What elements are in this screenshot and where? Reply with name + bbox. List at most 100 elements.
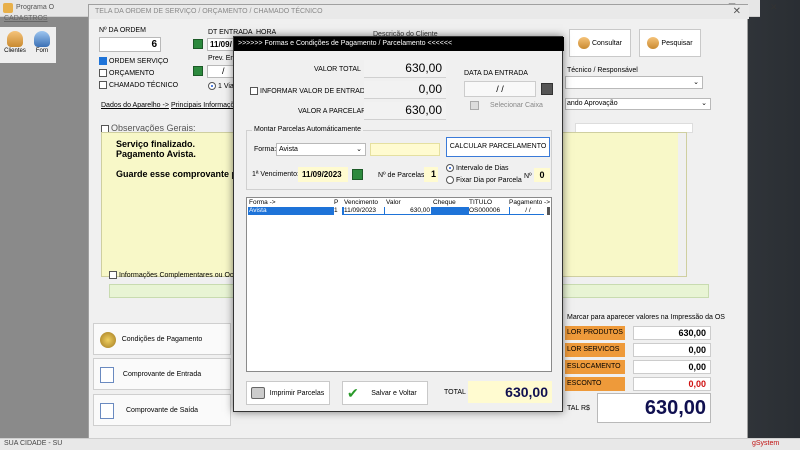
cell-valor: 630,00 bbox=[385, 207, 431, 214]
informar-entrada-checkbox[interactable]: INFORMAR VALOR DE ENTRADA bbox=[250, 87, 370, 95]
order-number-field[interactable]: 6 bbox=[99, 37, 161, 52]
technician-label: Técnico / Responsável bbox=[567, 67, 638, 74]
calendar-icon[interactable] bbox=[541, 83, 553, 95]
selecionar-caixa-button[interactable]: Selecionar Caixa bbox=[464, 99, 552, 113]
total-label-deslocamento: ESLOCAMENTO bbox=[565, 360, 625, 374]
entry-date-field[interactable]: 11/09/ bbox=[207, 38, 235, 51]
calendar-icon[interactable] bbox=[352, 169, 363, 180]
calendar-icon[interactable] bbox=[193, 39, 203, 49]
status-select[interactable]: ando Aprovação ⌄ bbox=[565, 98, 711, 110]
forma-label: Forma: bbox=[254, 146, 277, 153]
total-label-servicos: LOR SERVICOS bbox=[565, 343, 625, 357]
os-window-title: TELA DA ORDEM DE SERVIÇO / ORÇAMENTO / C… bbox=[95, 8, 323, 15]
cash-register-icon bbox=[470, 101, 479, 110]
close-button[interactable]: ✕ bbox=[770, 2, 778, 13]
col-forma: Forma -> bbox=[249, 199, 276, 206]
col-p: P bbox=[334, 199, 339, 206]
total-value-servicos[interactable]: 0,00 bbox=[633, 343, 711, 357]
info-complementares-label: Informações Complementares ou Ocorrê bbox=[119, 271, 246, 279]
installments-table[interactable]: Forma -> P Vencimento Valor Cheque TITUL… bbox=[246, 197, 552, 372]
informar-entrada-label: INFORMAR VALOR DE ENTRADA bbox=[260, 87, 370, 95]
imprimir-parcelas-label: Imprimir Parcelas bbox=[269, 390, 325, 397]
observations-text: Serviço finalizado. Pagamento Avista. Gu… bbox=[116, 139, 241, 179]
exit-receipt-button[interactable]: Comprovante de Saída bbox=[93, 394, 231, 426]
intervalo-dias-radio[interactable]: Intervalo de Dias bbox=[446, 164, 509, 172]
cell-vencimento: 11/09/2023 bbox=[344, 207, 384, 214]
entry-receipt-button[interactable]: Comprovante de Entrada bbox=[93, 358, 231, 390]
toolbar-suppliers-label: Forn bbox=[35, 48, 49, 54]
type-option-os[interactable]: ORDEM SERVIÇO bbox=[99, 57, 168, 65]
toolbar-suppliers-button[interactable]: Forn bbox=[30, 29, 54, 61]
pesquisar-button[interactable]: Pesquisar bbox=[639, 29, 701, 57]
salvar-voltar-label: Salvar e Voltar bbox=[371, 390, 417, 397]
obs-line: Pagamento Avista. bbox=[116, 149, 196, 159]
fixar-dia-radio[interactable]: Fixar Dia por Parcela bbox=[446, 176, 522, 184]
checkbox-icon bbox=[99, 81, 107, 89]
hour-label: HORA bbox=[256, 29, 277, 36]
modal-total-value: 630,00 bbox=[468, 381, 552, 403]
n-field[interactable]: 0 bbox=[534, 168, 550, 182]
type-option-orcamento-label: ORÇAMENTO bbox=[109, 69, 155, 77]
printer-icon bbox=[251, 387, 265, 399]
checkbox-checked-icon bbox=[99, 57, 107, 65]
coins-icon bbox=[100, 332, 116, 348]
status-brand: gSystem bbox=[752, 440, 780, 447]
main-toolbar: Clientes Forn bbox=[0, 27, 56, 63]
checkbox-icon bbox=[99, 69, 107, 77]
payment-conditions-button[interactable]: Condições de Pagamento bbox=[93, 323, 231, 355]
type-option-os-label: ORDEM SERVIÇO bbox=[109, 57, 169, 65]
total-label-produtos: LOR PRODUTOS bbox=[565, 326, 625, 340]
cell-p: 1 bbox=[334, 207, 342, 215]
document-icon bbox=[100, 367, 114, 383]
tab-dados-aparelho[interactable]: Dados do Aparelho -> bbox=[101, 102, 169, 109]
status-city: SUA CIDADE - SU bbox=[4, 440, 63, 447]
table-scroll-handle[interactable] bbox=[547, 207, 550, 215]
suppliers-icon bbox=[34, 31, 50, 47]
total-value-produtos[interactable]: 630,00 bbox=[633, 326, 711, 340]
consultar-label: Consultar bbox=[591, 40, 622, 47]
nparcelas-label: Nº de Parcelas bbox=[378, 172, 425, 179]
payment-conditions-label: Condições de Pagamento bbox=[121, 336, 203, 343]
menu-cadastros[interactable]: CADASTROS bbox=[4, 15, 48, 22]
status-bar: SUA CIDADE - SU gSystem bbox=[0, 438, 800, 450]
montar-parcelas-label: Montar Parcelas Automáticamente bbox=[252, 126, 363, 133]
type-option-orcamento[interactable]: ORÇAMENTO bbox=[99, 69, 154, 77]
technician-select[interactable]: ⌄ bbox=[565, 76, 703, 89]
valor-total-label: VALOR TOTAL bbox=[314, 66, 361, 73]
salvar-voltar-button[interactable]: ✔ Salvar e Voltar bbox=[342, 381, 428, 405]
obs-line bbox=[116, 159, 241, 169]
via-option[interactable]: 1 Via bbox=[208, 82, 234, 90]
table-row[interactable]: Avista 1 11/09/2023 630,00 OS000006 / / bbox=[248, 207, 546, 215]
consultar-button[interactable]: Consultar bbox=[569, 29, 631, 57]
calcular-parcelamento-button[interactable]: CALCULAR PARCELAMENTO bbox=[446, 137, 550, 157]
os-window-titlebar: TELA DA ORDEM DE SERVIÇO / ORÇAMENTO / C… bbox=[89, 5, 749, 19]
vencimento-field[interactable]: 11/09/2023 bbox=[298, 167, 348, 182]
valor-parcelar-label: VALOR A PARCELAR bbox=[298, 108, 367, 115]
radio-checked-icon bbox=[446, 164, 454, 172]
data-entrada-field[interactable]: / / bbox=[464, 81, 536, 97]
via-label: 1 Via bbox=[218, 82, 234, 90]
chevron-down-icon: ⌄ bbox=[356, 146, 362, 153]
obs-scrollbar[interactable] bbox=[678, 133, 686, 276]
calendar-icon[interactable] bbox=[193, 66, 203, 76]
col-cheque: Cheque bbox=[433, 199, 456, 206]
os-window-close-button[interactable]: ✕ bbox=[733, 6, 741, 17]
pesquisar-label: Pesquisar bbox=[661, 40, 693, 47]
payment-modal: >>>>>> Formas e Condições de Pagamento /… bbox=[233, 36, 564, 412]
tab-principais-informacoes[interactable]: Principais Informações bbox=[171, 102, 242, 109]
toolbar-clients-button[interactable]: Clientes bbox=[2, 29, 28, 61]
nparcelas-field[interactable]: 1 bbox=[424, 167, 438, 182]
forma-select[interactable]: Avista ⌄ bbox=[276, 143, 366, 156]
entrada-value-field[interactable]: 0,00 bbox=[364, 81, 446, 99]
valor-total-field: 630,00 bbox=[364, 60, 446, 78]
n-label: Nº bbox=[524, 173, 532, 180]
type-option-chamado[interactable]: CHAMADO TÉCNICO bbox=[99, 81, 178, 89]
info-complementares-checkbox[interactable]: Informações Complementares ou Ocorrê bbox=[109, 271, 246, 279]
prev-date-field[interactable]: / bbox=[207, 65, 235, 78]
toolbar-clients-label: Clientes bbox=[4, 48, 26, 54]
total-value-desconto[interactable]: 0,00 bbox=[633, 377, 711, 391]
total-value-deslocamento[interactable]: 0,00 bbox=[633, 360, 711, 374]
entry-date-label: DT ENTRADA bbox=[208, 29, 253, 36]
imprimir-parcelas-button[interactable]: Imprimir Parcelas bbox=[246, 381, 330, 405]
forma-extra-field[interactable] bbox=[370, 143, 440, 156]
